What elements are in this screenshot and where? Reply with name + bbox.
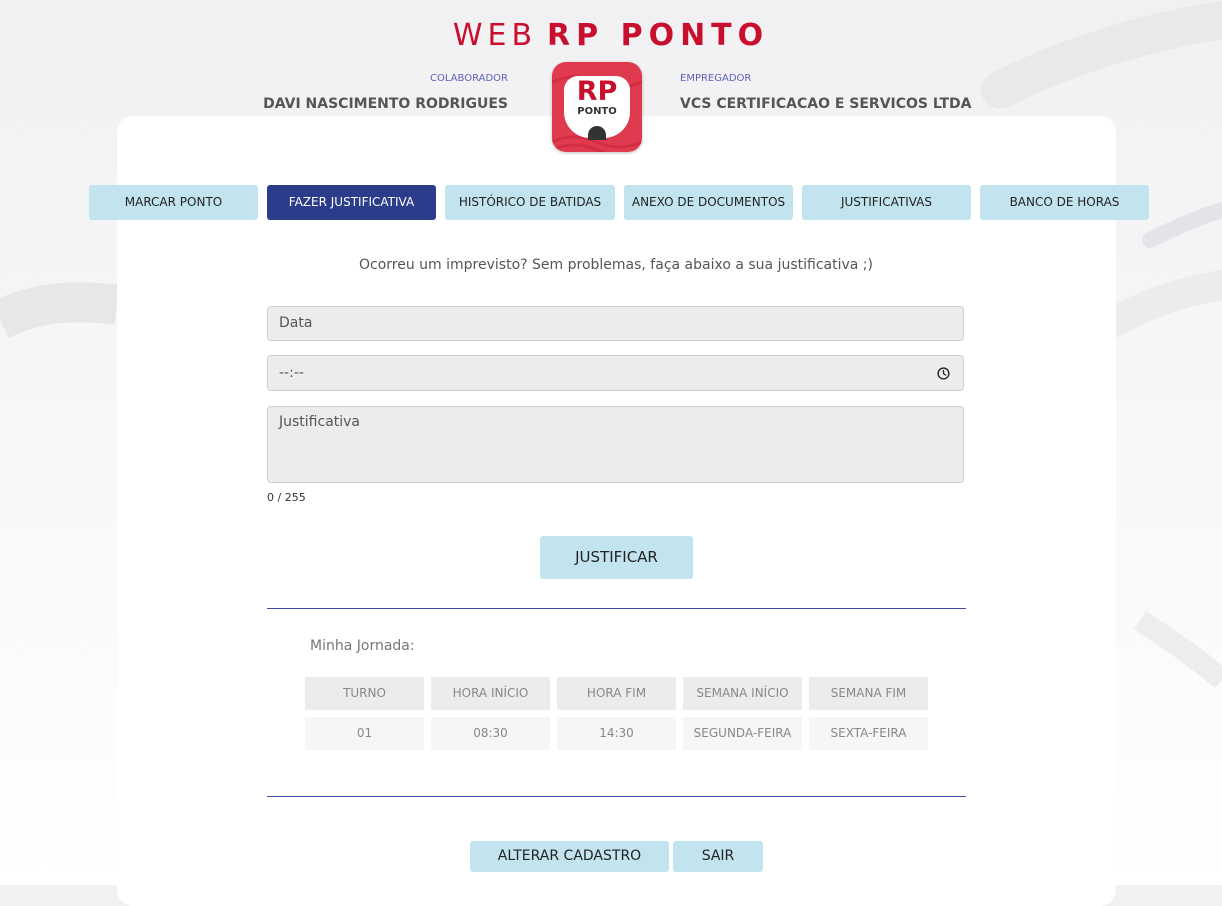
form-subtitle: Ocorreu um imprevisto? Sem problemas, fa… (359, 257, 873, 273)
tab-anexo-de-documentos[interactable]: ANEXO DE DOCUMENTOS (624, 185, 793, 220)
jornada-cell-turno: 01 (305, 717, 424, 750)
jornada-cell-hora-fim: 14:30 (557, 717, 676, 750)
jornada-header-semana-inicio: SEMANA INÍCIO (683, 677, 802, 710)
app-title-light: WEB (452, 18, 538, 53)
time-field-value: --:-- (279, 365, 304, 381)
employer-label: EMPREGADOR (680, 73, 752, 84)
jornada-cell-semana-inicio: SEGUNDA-FEIRA (683, 717, 802, 750)
jornada-header-turno: TURNO (305, 677, 424, 710)
tab-justificativas[interactable]: JUSTIFICATIVAS (802, 185, 971, 220)
jornada-header-hora-inicio: HORA INÍCIO (431, 677, 550, 710)
rp-ponto-logo: RP PONTO (552, 62, 642, 152)
logo-text-sub: PONTO (577, 106, 617, 117)
tab-marcar-ponto[interactable]: MARCAR PONTO (89, 185, 258, 220)
tab-fazer-justificativa[interactable]: FAZER JUSTIFICATIVA (267, 185, 436, 220)
app-title: WEB RP PONTO (0, 18, 1222, 53)
jornada-header-semana-fim: SEMANA FIM (809, 677, 928, 710)
jornada-cell-semana-fim: SEXTA-FEIRA (809, 717, 928, 750)
clock-icon[interactable] (937, 367, 950, 380)
time-field[interactable]: --:-- (267, 355, 964, 391)
tab-banco-de-horas[interactable]: BANCO DE HORAS (980, 185, 1149, 220)
collaborator-label: COLABORADOR (430, 73, 508, 84)
jornada-cell-hora-inicio: 08:30 (431, 717, 550, 750)
main-tabs: MARCAR PONTO FAZER JUSTIFICATIVA HISTÓRI… (0, 185, 1222, 220)
char-counter: 0 / 255 (267, 491, 306, 504)
justify-button[interactable]: JUSTIFICAR (540, 536, 693, 579)
logo-dot (588, 126, 606, 140)
date-field[interactable]: Data (267, 306, 964, 341)
main-card (117, 116, 1116, 906)
tab-historico-de-batidas[interactable]: HISTÓRICO DE BATIDAS (445, 185, 615, 220)
justification-textarea[interactable]: Justificativa (267, 406, 964, 483)
app-title-bold: RP PONTO (547, 18, 770, 53)
jornada-header-hora-fim: HORA FIM (557, 677, 676, 710)
logo-badge: RP PONTO (564, 76, 630, 140)
employer-name: VCS CERTIFICACAO E SERVICOS LTDA (680, 96, 972, 112)
divider-bottom (267, 796, 966, 797)
logo-text-main: RP (576, 76, 618, 107)
jornada-label: Minha Jornada: (310, 638, 415, 654)
divider-top (267, 608, 966, 609)
alterar-cadastro-button[interactable]: ALTERAR CADASTRO (470, 841, 669, 872)
sair-button[interactable]: SAIR (673, 841, 763, 872)
collaborator-name: DAVI NASCIMENTO RODRIGUES (263, 96, 508, 112)
